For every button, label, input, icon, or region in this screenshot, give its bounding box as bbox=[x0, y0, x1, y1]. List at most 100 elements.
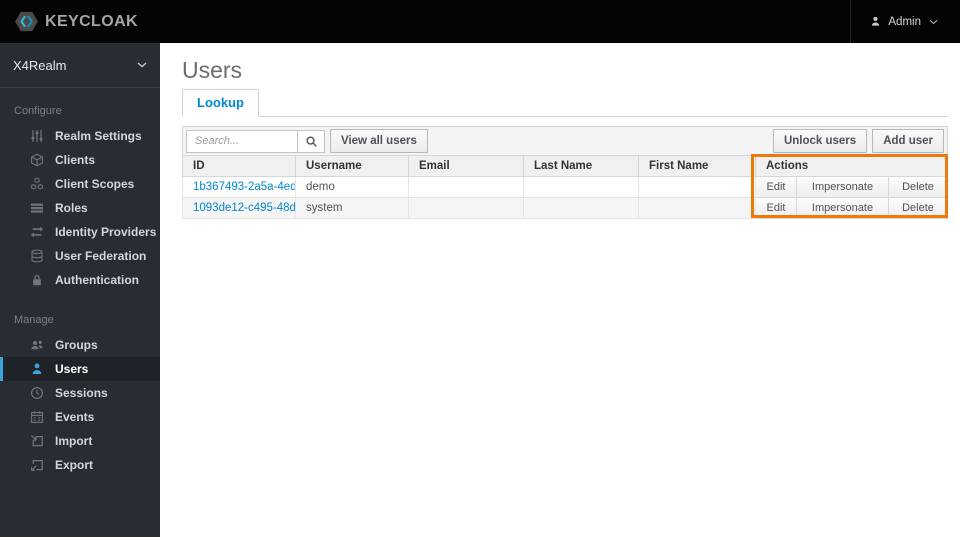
chevron-down-icon bbox=[137, 62, 147, 68]
sidebar-item-label: Clients bbox=[55, 153, 96, 167]
sidebar-item-label: Export bbox=[55, 458, 94, 472]
toolbar-right: Unlock users Add user bbox=[772, 129, 945, 153]
view-all-users-button[interactable]: View all users bbox=[330, 129, 428, 153]
clock-icon bbox=[29, 386, 44, 401]
realm-selector[interactable]: X4Realm bbox=[0, 43, 160, 88]
calendar-icon bbox=[29, 410, 44, 425]
sidebar-item-label: Roles bbox=[55, 201, 88, 215]
column-header-actions: Actions bbox=[754, 155, 949, 177]
impersonate-button[interactable]: Impersonate bbox=[797, 177, 888, 197]
cube-icon bbox=[29, 153, 44, 168]
sidebar-item-label: Import bbox=[55, 434, 93, 448]
page-title: Users bbox=[182, 57, 243, 83]
search-input[interactable] bbox=[186, 129, 298, 153]
sidebar-item-label: Realm Settings bbox=[55, 129, 142, 143]
edit-action-cell: Edit bbox=[755, 197, 797, 219]
chevron-down-icon bbox=[929, 19, 938, 25]
import-icon bbox=[29, 434, 44, 449]
sidebar: X4Realm Configure Realm Settings Clients… bbox=[0, 43, 160, 537]
main-content: Users Lookup View all users Unlo bbox=[160, 43, 960, 540]
sidebar-item-sessions[interactable]: Sessions bbox=[0, 381, 160, 405]
keycloak-logo: KEYCLOAK bbox=[0, 11, 138, 32]
sliders-icon bbox=[29, 129, 44, 144]
sidebar-item-client-scopes[interactable]: Client Scopes bbox=[0, 172, 160, 196]
table-row: 1b367493-2a5a-4edc-... demo Edit Imperso… bbox=[182, 176, 949, 198]
user-id-link[interactable]: 1093de12-c495-48d8-... bbox=[193, 202, 295, 214]
topbar: KEYCLOAK Admin bbox=[0, 0, 960, 43]
sidebar-item-label: User Federation bbox=[55, 249, 147, 263]
email-cell bbox=[408, 197, 524, 219]
impersonate-action-cell: Impersonate bbox=[796, 176, 889, 198]
delete-action-cell: Delete bbox=[887, 197, 949, 219]
keycloak-logo-icon bbox=[15, 11, 38, 32]
last-name-cell bbox=[523, 176, 639, 198]
user-id-cell: 1b367493-2a5a-4edc-... bbox=[182, 176, 296, 198]
export-icon bbox=[29, 458, 44, 473]
realm-name: X4Realm bbox=[13, 57, 67, 73]
sidebar-item-label: Client Scopes bbox=[55, 177, 135, 191]
search-button[interactable] bbox=[298, 129, 325, 153]
add-user-button[interactable]: Add user bbox=[872, 129, 945, 153]
exchange-icon bbox=[29, 225, 44, 240]
sidebar-section-manage: Manage Groups Users Sessions Events Impo… bbox=[0, 310, 160, 477]
sidebar-item-export[interactable]: Export bbox=[0, 453, 160, 477]
tab-lookup[interactable]: Lookup bbox=[182, 89, 259, 117]
section-label: Manage bbox=[14, 314, 54, 326]
first-name-cell bbox=[638, 176, 756, 198]
list-icon bbox=[29, 201, 44, 216]
table-header-row: ID Username Email Last Name First Name A… bbox=[182, 155, 949, 177]
admin-user-menu[interactable]: Admin bbox=[850, 0, 960, 43]
user-id-link[interactable]: 1b367493-2a5a-4edc-... bbox=[193, 181, 295, 193]
lock-icon bbox=[29, 273, 44, 288]
user-icon bbox=[29, 362, 44, 377]
delete-button[interactable]: Delete bbox=[889, 177, 947, 197]
sidebar-item-label: Users bbox=[55, 362, 89, 376]
tab-bar: Lookup bbox=[182, 89, 949, 117]
sidebar-item-label: Events bbox=[55, 410, 95, 424]
sidebar-item-roles[interactable]: Roles bbox=[0, 196, 160, 220]
database-icon bbox=[29, 249, 44, 264]
sidebar-item-users[interactable]: Users bbox=[0, 357, 160, 381]
sidebar-item-label: Groups bbox=[55, 338, 98, 352]
search-group bbox=[186, 129, 325, 153]
sidebar-item-label: Authentication bbox=[55, 273, 139, 287]
column-header-first-name: First Name bbox=[638, 155, 756, 177]
delete-action-cell: Delete bbox=[887, 176, 949, 198]
impersonate-action-cell: Impersonate bbox=[796, 197, 889, 219]
column-header-username: Username bbox=[295, 155, 409, 177]
sidebar-item-user-federation[interactable]: User Federation bbox=[0, 244, 160, 268]
sidebar-section-configure: Configure Realm Settings Clients Client … bbox=[0, 101, 160, 292]
first-name-cell bbox=[638, 197, 756, 219]
username-cell: system bbox=[295, 197, 409, 219]
search-icon bbox=[305, 135, 318, 148]
user-id-cell: 1093de12-c495-48d8-... bbox=[182, 197, 296, 219]
table-row: 1093de12-c495-48d8-... system Edit Imper… bbox=[182, 197, 949, 219]
brand-text: KEYCLOAK bbox=[45, 12, 138, 30]
username-cell: demo bbox=[295, 176, 409, 198]
column-header-last-name: Last Name bbox=[523, 155, 639, 177]
app-shell: X4Realm Configure Realm Settings Clients… bbox=[0, 43, 960, 540]
sidebar-item-realm-settings[interactable]: Realm Settings bbox=[0, 124, 160, 148]
sidebar-item-groups[interactable]: Groups bbox=[0, 333, 160, 357]
user-icon bbox=[869, 15, 882, 28]
sidebar-item-events[interactable]: Events bbox=[0, 405, 160, 429]
delete-button[interactable]: Delete bbox=[889, 198, 947, 218]
impersonate-button[interactable]: Impersonate bbox=[797, 198, 888, 218]
unlock-users-button[interactable]: Unlock users bbox=[772, 129, 868, 153]
column-header-id: ID bbox=[182, 155, 296, 177]
email-cell bbox=[408, 176, 524, 198]
table-toolbar: View all users Unlock users Add user bbox=[182, 126, 949, 155]
users-table-container: View all users Unlock users Add user ID … bbox=[182, 126, 949, 219]
edit-button[interactable]: Edit bbox=[756, 177, 796, 197]
last-name-cell bbox=[523, 197, 639, 219]
sidebar-item-clients[interactable]: Clients bbox=[0, 148, 160, 172]
sidebar-item-authentication[interactable]: Authentication bbox=[0, 268, 160, 292]
edit-action-cell: Edit bbox=[755, 176, 797, 198]
edit-button[interactable]: Edit bbox=[756, 198, 796, 218]
section-label: Configure bbox=[14, 105, 62, 117]
sidebar-item-label: Identity Providers bbox=[55, 225, 157, 239]
sidebar-item-label: Sessions bbox=[55, 386, 108, 400]
sidebar-item-identity-providers[interactable]: Identity Providers bbox=[0, 220, 160, 244]
users-table: ID Username Email Last Name First Name A… bbox=[182, 155, 949, 219]
sidebar-item-import[interactable]: Import bbox=[0, 429, 160, 453]
